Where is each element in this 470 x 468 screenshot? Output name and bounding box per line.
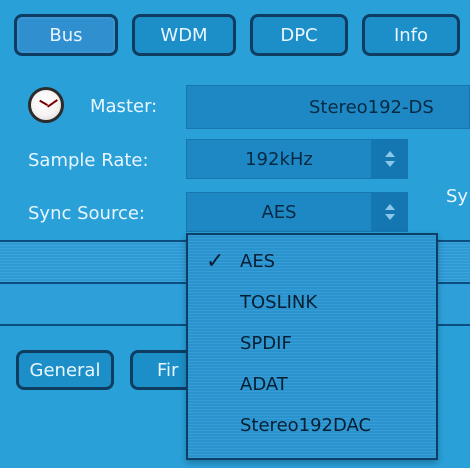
- clock-icon: [28, 87, 64, 123]
- tab-dpc[interactable]: DPC: [250, 14, 348, 56]
- sample-rate-stepper[interactable]: [372, 139, 408, 179]
- dropdown-option[interactable]: SPDIF: [188, 325, 436, 365]
- sync-source-select[interactable]: AES: [186, 192, 372, 232]
- master-value: Stereo192-DS: [309, 96, 434, 118]
- tab-general[interactable]: General: [16, 350, 114, 390]
- dropdown-option[interactable]: ✓ AES: [188, 243, 436, 283]
- master-field[interactable]: Stereo192-DS: [186, 85, 470, 129]
- dropdown-option-label: TOSLINK: [240, 292, 318, 313]
- dropdown-option-label: ADAT: [240, 374, 288, 395]
- tab-bus-label: Bus: [49, 24, 83, 46]
- dropdown-option[interactable]: TOSLINK: [188, 284, 436, 324]
- dropdown-option[interactable]: Stereo192DAC: [188, 407, 436, 447]
- chevron-down-icon: [385, 161, 395, 167]
- dropdown-option-label: Stereo192DAC: [240, 415, 372, 436]
- clock-hand-hour: [39, 99, 48, 106]
- sync-source-label: Sync Source:: [28, 203, 145, 224]
- tab-wdm[interactable]: WDM: [132, 14, 236, 56]
- tab-bus[interactable]: Bus: [14, 14, 118, 56]
- tab-info-label: Info: [393, 24, 429, 46]
- sync-source-dropdown[interactable]: ✓ AES TOSLINK SPDIF ADAT Stereo192DAC: [186, 233, 438, 460]
- dropdown-option-label: SPDIF: [240, 333, 292, 354]
- sync-source-value: AES: [261, 201, 297, 223]
- dropdown-option[interactable]: ADAT: [188, 366, 436, 406]
- chevron-up-icon: [385, 151, 395, 157]
- checkmark-icon: ✓: [206, 249, 225, 274]
- tab-dpc-label: DPC: [280, 24, 318, 46]
- tab-info[interactable]: Info: [362, 14, 460, 56]
- sample-rate-value: 192kHz: [245, 148, 313, 170]
- sample-rate-select[interactable]: 192kHz: [186, 139, 372, 179]
- tab-wdm-label: WDM: [160, 24, 208, 46]
- right-fragment-label: Sy: [446, 186, 469, 207]
- chevron-down-icon: [385, 214, 395, 220]
- tab-first-partial-label: Fir: [157, 359, 179, 381]
- sync-source-stepper[interactable]: [372, 192, 408, 232]
- dropdown-option-label: AES: [240, 251, 276, 272]
- chevron-up-icon: [385, 204, 395, 210]
- sample-rate-label: Sample Rate:: [28, 150, 149, 171]
- tab-general-label: General: [29, 359, 101, 381]
- clock-hand-minute: [47, 99, 58, 108]
- master-label: Master:: [90, 96, 158, 117]
